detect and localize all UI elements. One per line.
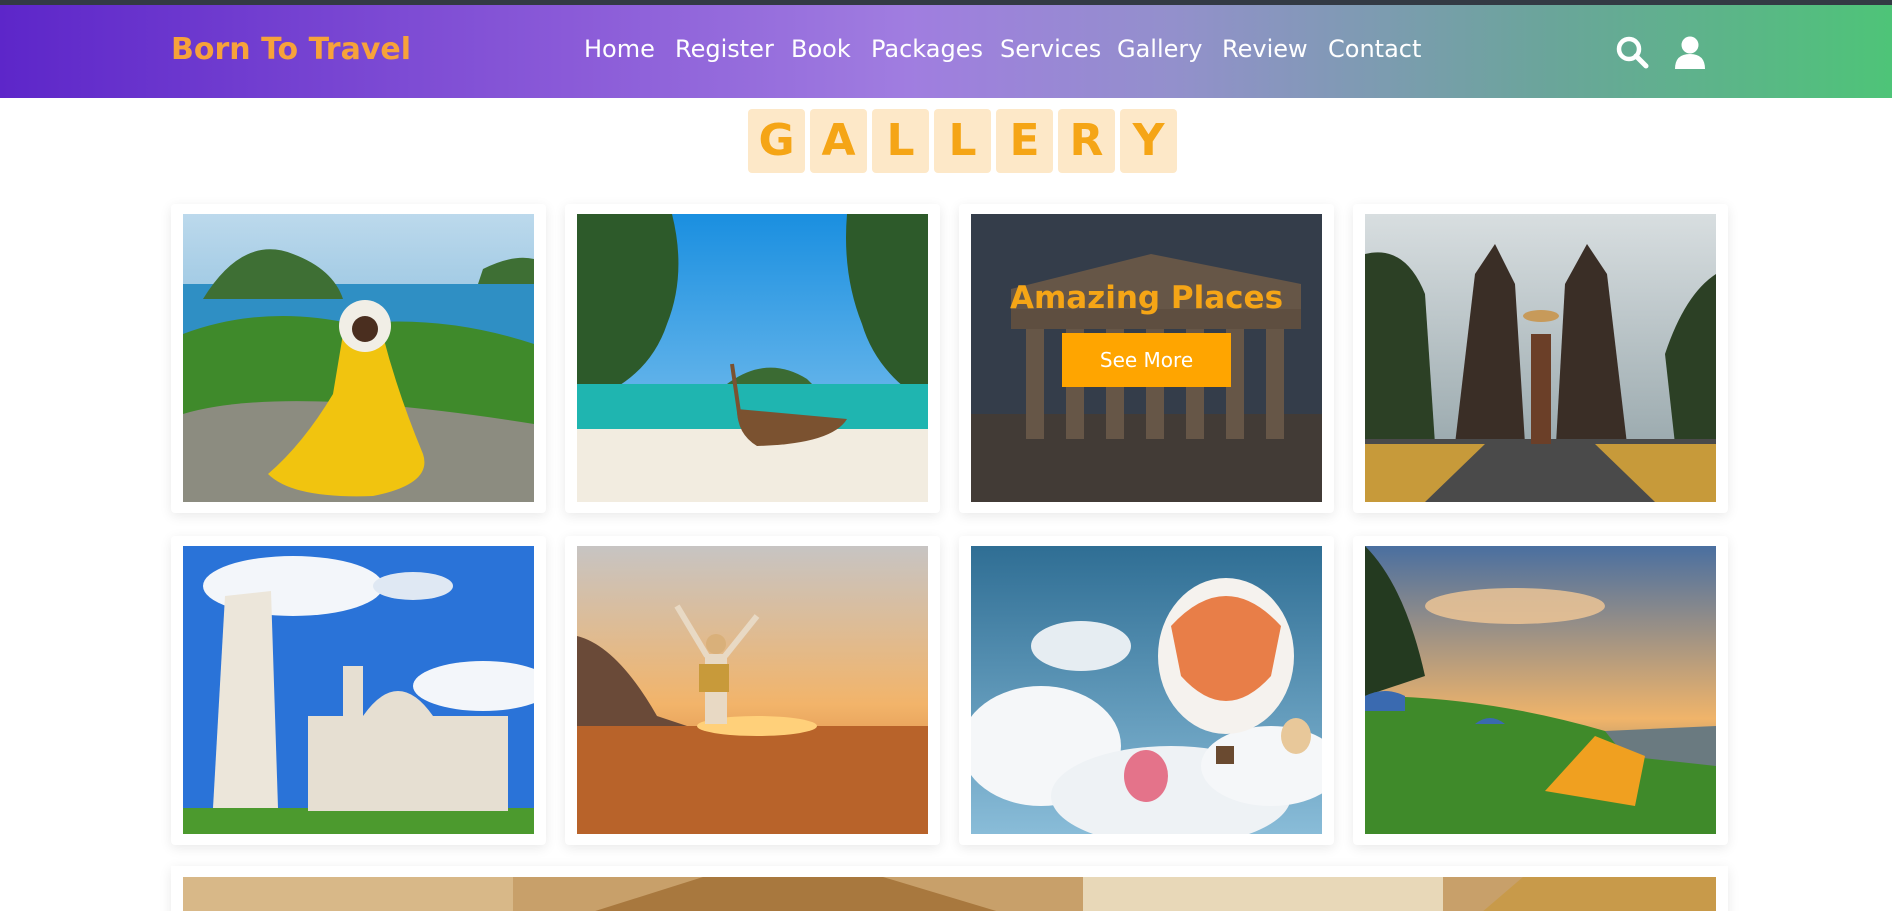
gallery-card[interactable]	[1353, 536, 1728, 845]
gallery-card[interactable]: Amazing Places See More	[959, 204, 1334, 513]
nav-link-gallery[interactable]: Gallery	[1117, 35, 1202, 63]
heading-letter: L	[872, 109, 929, 173]
gallery-card[interactable]	[565, 536, 940, 845]
nav-link-book[interactable]: Book	[791, 35, 851, 63]
gallery-card[interactable]	[1353, 204, 1728, 513]
gallery-card[interactable]	[171, 536, 546, 845]
nav-link-contact[interactable]: Contact	[1328, 35, 1421, 63]
heading-letter: L	[934, 109, 991, 173]
user-icon[interactable]	[1672, 34, 1708, 70]
longtail-boat-beach-photo	[577, 214, 928, 502]
hover-overlay: Amazing Places See More	[971, 214, 1322, 502]
woman-yellow-dress-island-photo	[183, 214, 534, 502]
hot-air-balloons-photo	[971, 546, 1322, 834]
ancient-temple-photo: Amazing Places See More	[971, 214, 1322, 502]
heading-letter: R	[1058, 109, 1115, 173]
gallery-card[interactable]	[171, 204, 546, 513]
nav-link-register[interactable]: Register	[675, 35, 774, 63]
search-icon[interactable]	[1614, 34, 1650, 70]
leaning-tower-pisa-photo	[183, 546, 534, 834]
heading-letter: E	[996, 109, 1053, 173]
nav-link-home[interactable]: Home	[584, 35, 655, 63]
heading-letter: G	[748, 109, 805, 173]
camping-tent-sunset-photo	[1365, 546, 1716, 834]
temple-gate-traveler-photo	[1365, 214, 1716, 502]
desert-pyramid-photo	[183, 877, 1716, 911]
gallery-card[interactable]	[565, 204, 940, 513]
traveler-beach-sunset-photo	[577, 546, 928, 834]
heading-letter: A	[810, 109, 867, 173]
nav-link-review[interactable]: Review	[1222, 35, 1308, 63]
heading-letter: Y	[1120, 109, 1177, 173]
brand-logo[interactable]: Born To Travel	[171, 32, 411, 67]
navbar: Born To Travel Home Register Book Packag…	[0, 5, 1892, 98]
nav-link-packages[interactable]: Packages	[871, 35, 983, 63]
gallery-card-wide[interactable]	[171, 866, 1728, 911]
overlay-title: Amazing Places	[1009, 280, 1284, 316]
see-more-button[interactable]: See More	[1062, 333, 1231, 387]
gallery-card[interactable]	[959, 536, 1334, 845]
gallery-heading: G A L L E R Y	[748, 109, 1177, 173]
nav-link-services[interactable]: Services	[1000, 35, 1101, 63]
